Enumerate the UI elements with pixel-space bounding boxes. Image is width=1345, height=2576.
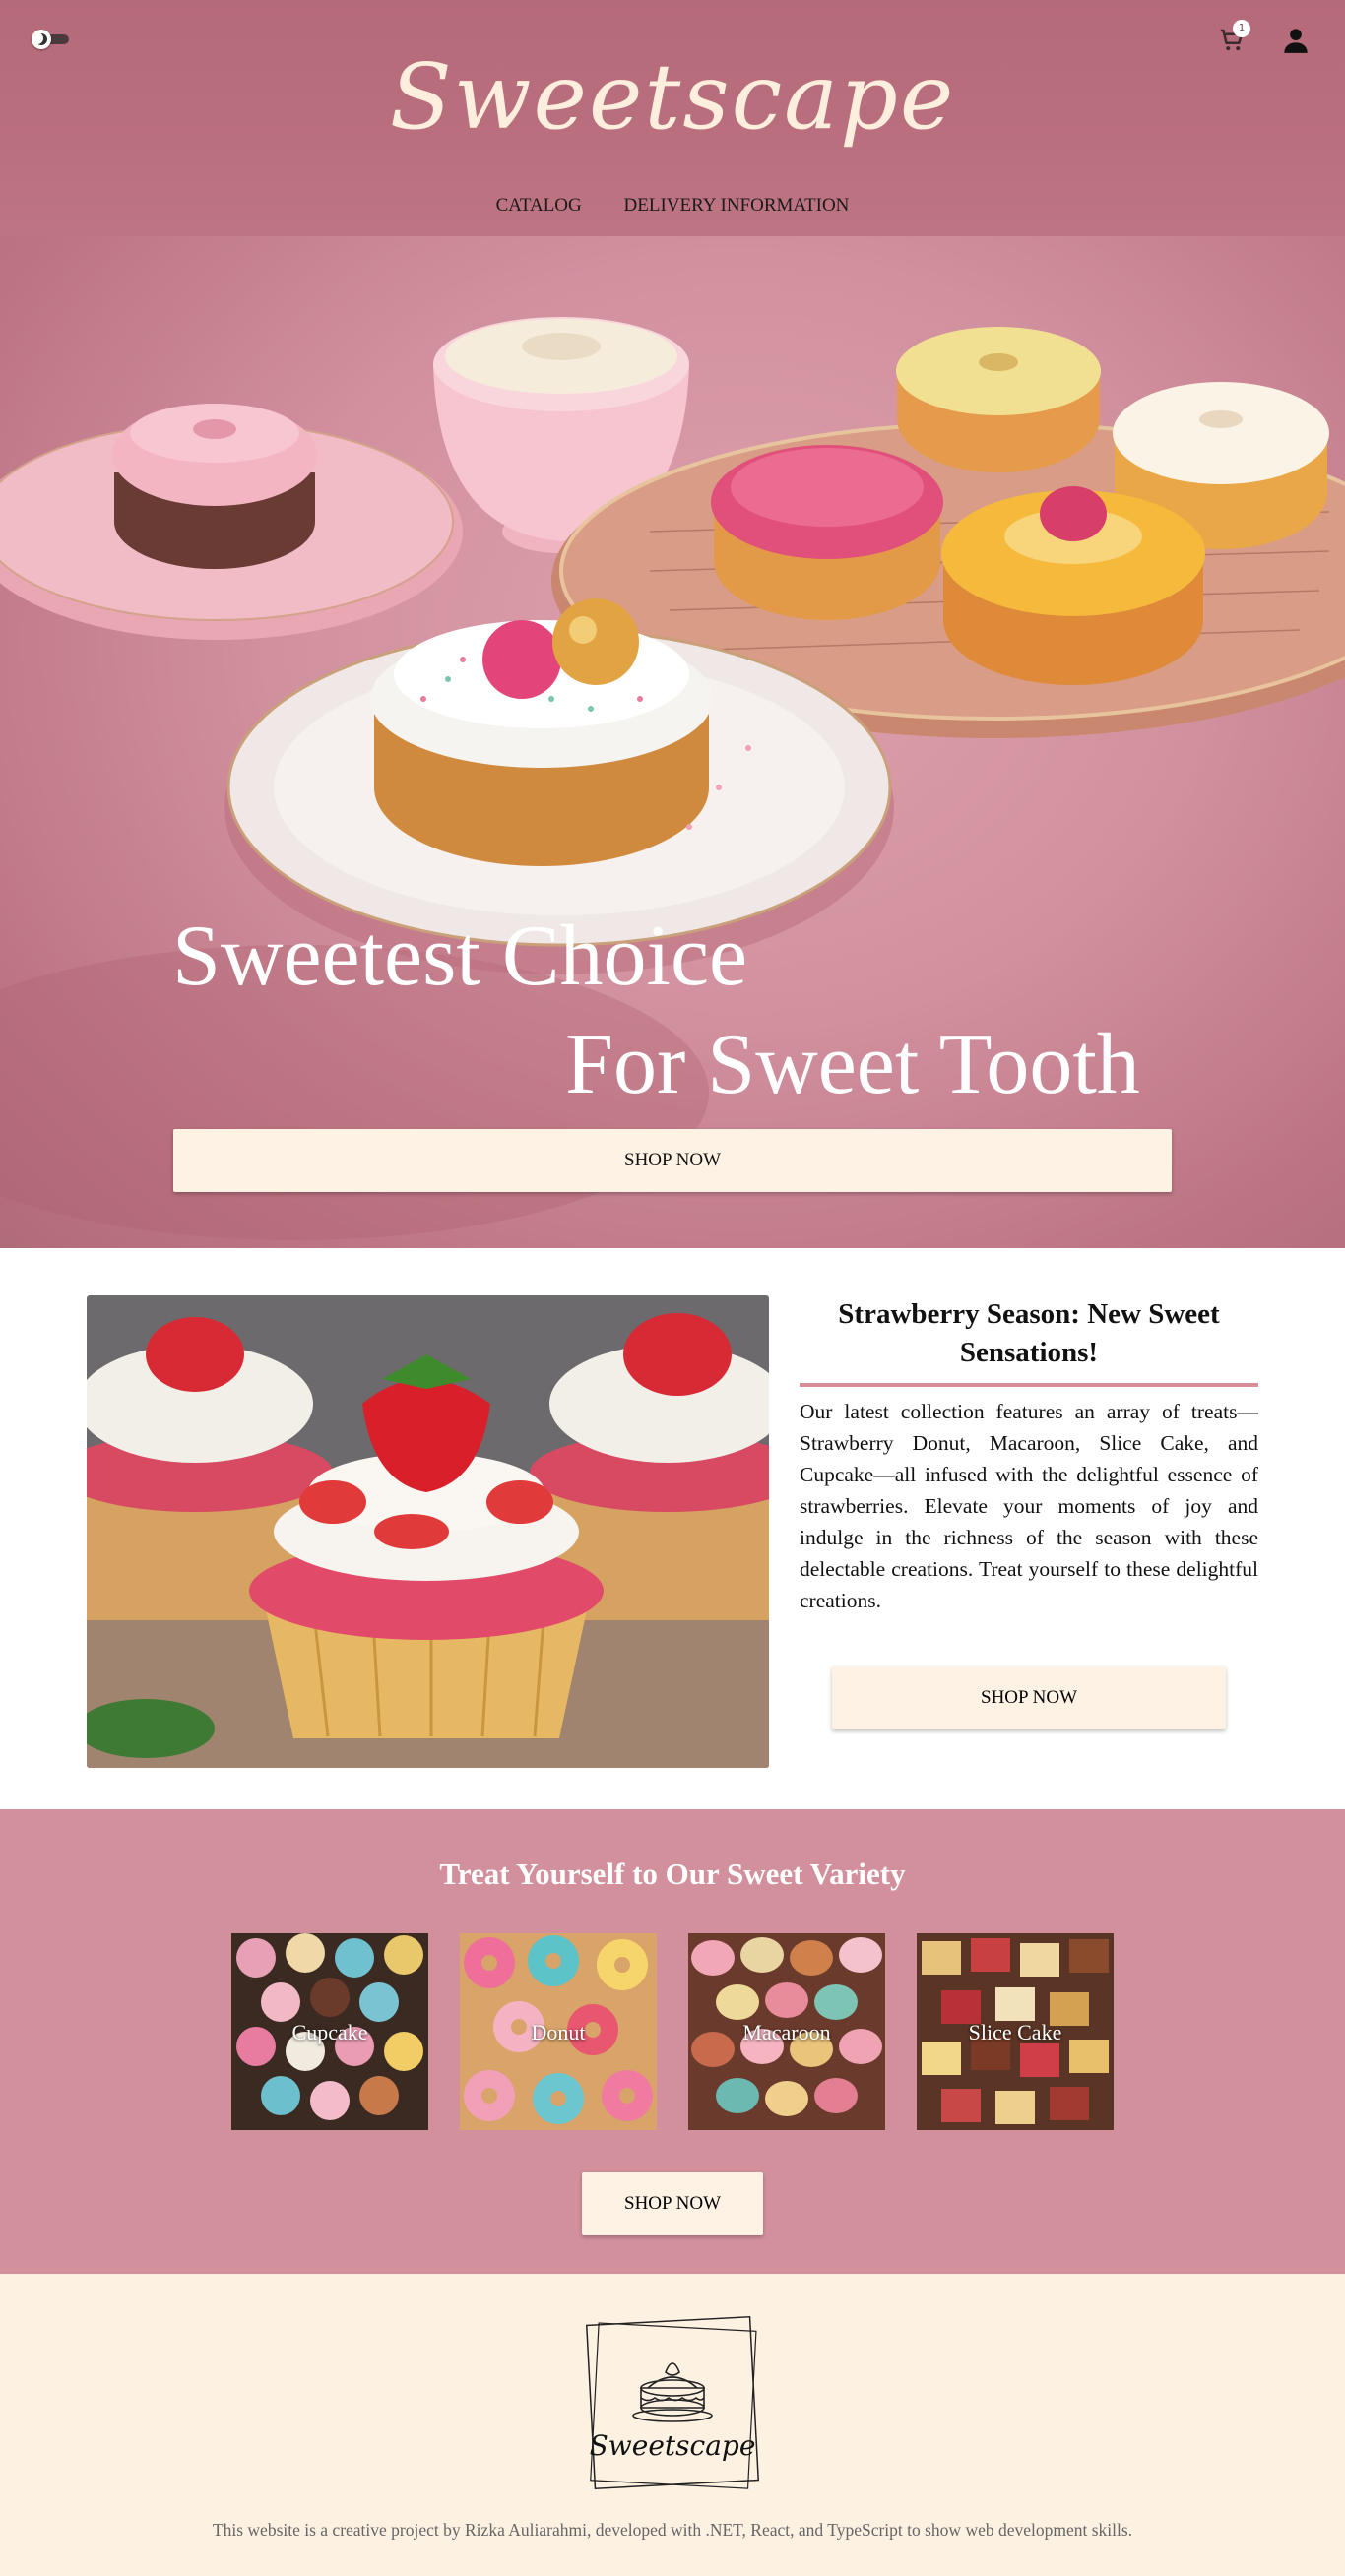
strawberry-cupcake-image (87, 1295, 769, 1768)
brand-logo[interactable]: Sweetscape (0, 47, 1345, 147)
svg-text:Sweetscape: Sweetscape (590, 2429, 756, 2462)
strawberry-promo-section: Strawberry Season: New Sweet Sensations!… (0, 1248, 1345, 1809)
promo-title: Strawberry Season: New Sweet Sensations! (838, 1298, 1220, 1369)
variety-shop-now-button[interactable]: SHOP NOW (582, 2172, 763, 2235)
category-tile-macaroon[interactable]: Macaroon (688, 1933, 885, 2130)
hero-title-line-2: For Sweet Tooth (565, 1017, 1140, 1112)
hero-title-line-1: Sweetest Choice (172, 909, 748, 1004)
nav-delivery-information[interactable]: DELIVERY INFORMATION (624, 195, 850, 217)
variety-title: Treat Yourself to Our Sweet Variety (439, 1856, 906, 1891)
category-tile-cupcake[interactable]: Cupcake (231, 1933, 428, 2130)
site-header: 1 Sweetscape CATALOG DELIVERY INFORMATIO… (0, 0, 1345, 236)
promo-divider (800, 1383, 1258, 1387)
cart-count-badge: 1 (1233, 20, 1250, 37)
category-label-slice-cake: Slice Cake (968, 2020, 1062, 2044)
nav-catalog[interactable]: CATALOG (496, 195, 582, 217)
category-label-macaroon: Macaroon (742, 2020, 831, 2044)
category-tile-slice-cake[interactable]: Slice Cake (917, 1933, 1114, 2130)
main-nav: CATALOG DELIVERY INFORMATION (0, 195, 1345, 217)
hero-section: Sweetest Choice For Sweet Tooth SHOP NOW (0, 236, 1345, 1248)
hero-shop-now-button[interactable]: SHOP NOW (173, 1129, 1172, 1192)
theme-toggle[interactable] (32, 30, 71, 49)
promo-description: Our latest collection features an array … (800, 1400, 1258, 1612)
footer-credit: This website is a creative project by Ri… (212, 2520, 1133, 2540)
category-label-cupcake: Cupcake (291, 2020, 368, 2044)
variety-section: Treat Yourself to Our Sweet Variety Cupc… (0, 1809, 1345, 2274)
category-tile-donut[interactable]: Donut (460, 1933, 657, 2130)
moon-toggle-icon (32, 30, 51, 49)
promo-shop-now-button[interactable]: SHOP NOW (832, 1666, 1226, 1729)
category-label-donut: Donut (531, 2020, 586, 2044)
site-footer: Sweetscape This website is a creative pr… (0, 2274, 1345, 2576)
footer-logo-icon[interactable]: Sweetscape (579, 2309, 766, 2496)
